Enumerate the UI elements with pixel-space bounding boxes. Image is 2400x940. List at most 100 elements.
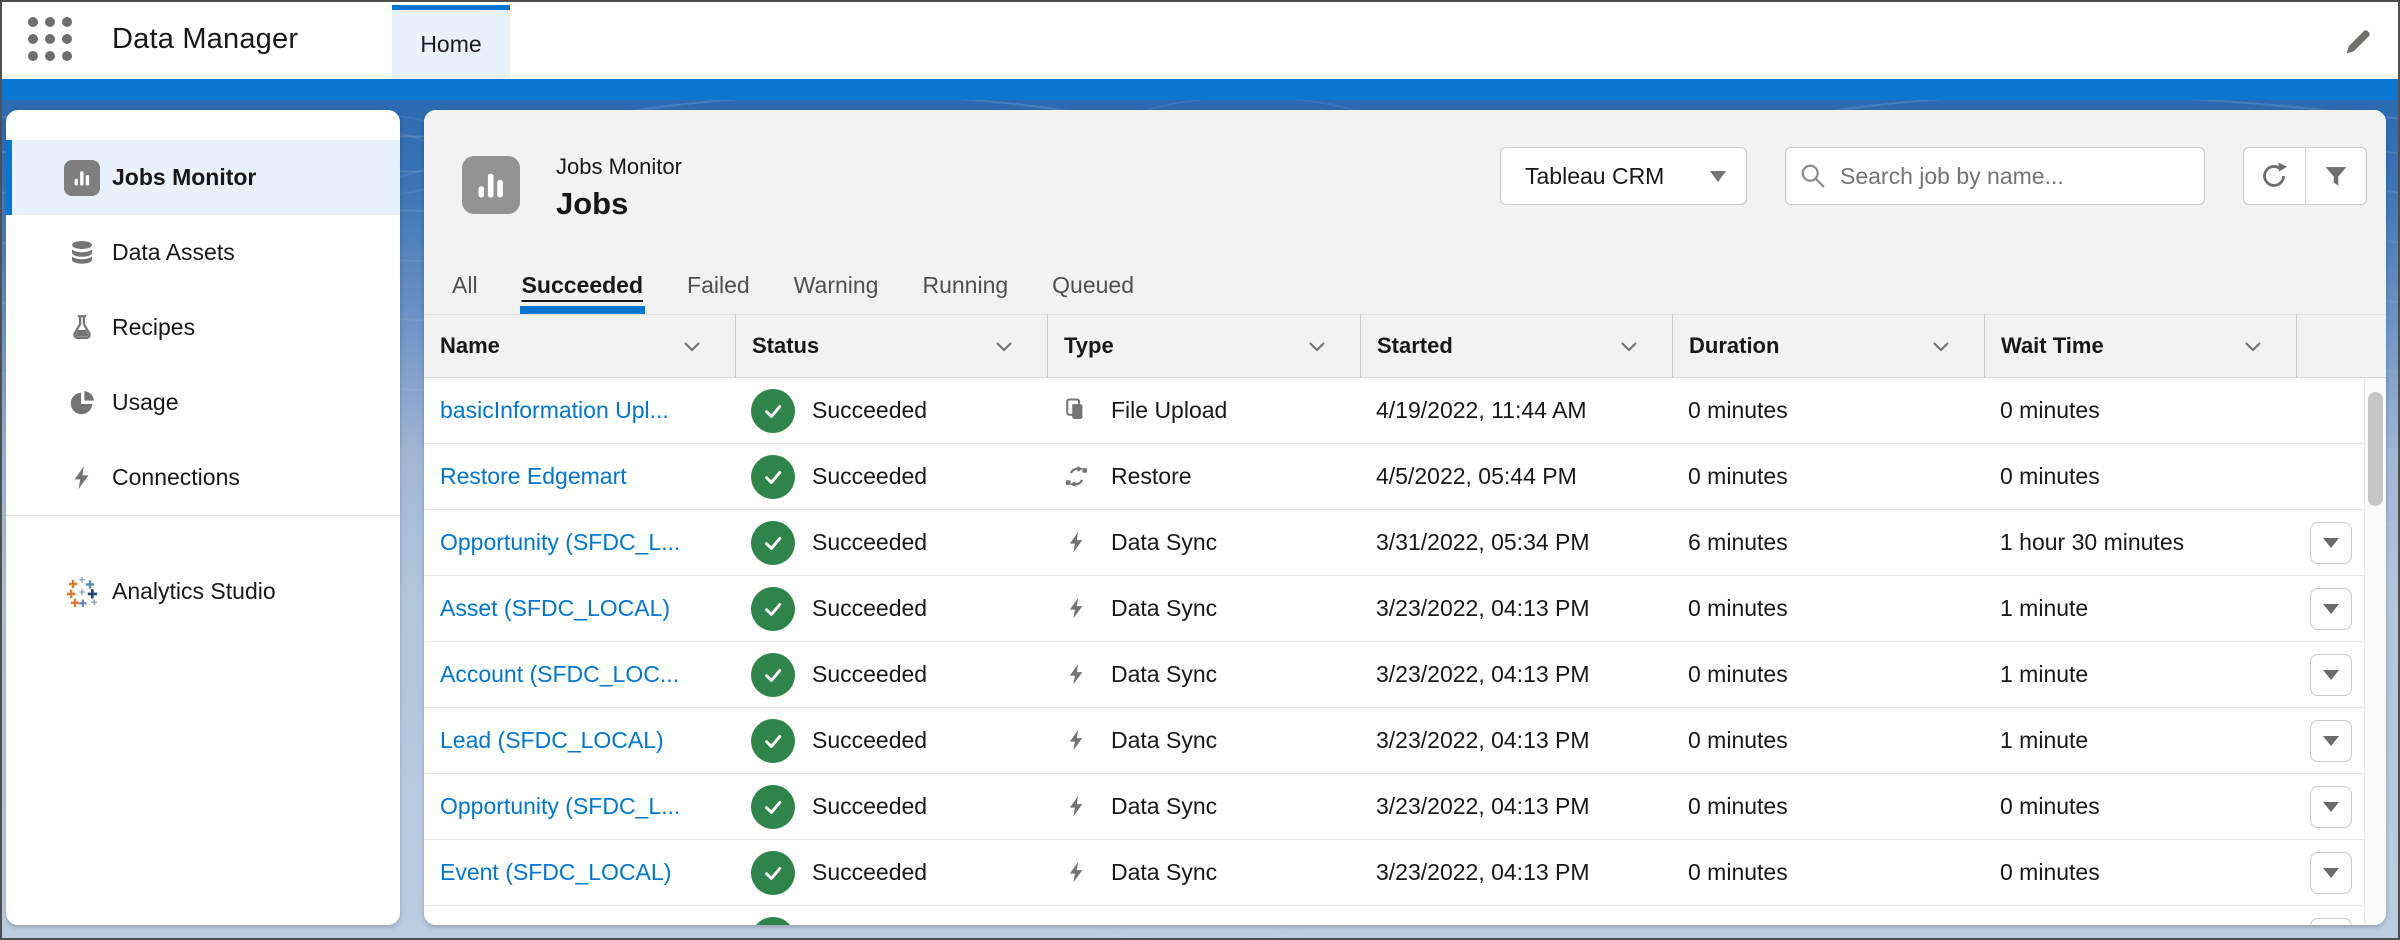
row-actions-dropdown-button[interactable] — [2310, 720, 2352, 762]
jobs-monitor-panel: Jobs Monitor Jobs Tableau CRM All — [424, 110, 2386, 925]
chevron-down-icon[interactable] — [1620, 341, 1638, 352]
tab-home[interactable]: Home — [392, 5, 510, 79]
status-cell: Succeeded — [735, 642, 1047, 707]
status-label: Succeeded — [812, 463, 927, 490]
search-input[interactable] — [1785, 147, 2205, 205]
chevron-down-icon[interactable] — [1308, 341, 1326, 352]
sidebar-item-recipes[interactable]: Recipes — [6, 290, 400, 365]
sidebar-item-usage[interactable]: Usage — [6, 365, 400, 440]
started-value: 3/23/2022, 04:13 PM — [1376, 661, 1590, 688]
success-check-icon — [751, 917, 795, 926]
scrollbar-thumb[interactable] — [2368, 392, 2383, 506]
type-cell: Data Sync — [1047, 642, 1360, 707]
chevron-down-icon[interactable] — [1932, 341, 1950, 352]
sidebar-item-jobs-monitor[interactable]: Jobs Monitor — [6, 140, 400, 215]
wait-time-value: 1 hour 30 minutes — [2000, 529, 2184, 556]
chevron-down-icon[interactable] — [995, 341, 1013, 352]
table-row: Opportunity (SFDC_L... Succeeded — [424, 774, 2386, 840]
filter-button[interactable] — [2306, 148, 2367, 204]
status-label: Succeeded — [812, 397, 927, 424]
chevron-down-icon — [1710, 171, 1726, 182]
status-cell: Succeeded — [735, 708, 1047, 773]
jobs-chart-icon — [462, 156, 520, 214]
type-label: Data Sync — [1111, 529, 1217, 556]
tab-queued[interactable]: Queued — [1052, 256, 1134, 314]
tab-running[interactable]: Running — [922, 256, 1008, 314]
status-label: Succeeded — [812, 529, 927, 556]
duration-value: 0 minutes — [1688, 595, 1788, 622]
data-sync-icon — [1063, 595, 1090, 622]
started-value: 3/23/2022, 04:13 PM — [1376, 859, 1590, 886]
database-icon — [64, 235, 100, 271]
tab-label: Succeeded — [522, 272, 643, 299]
tab-failed[interactable]: Failed — [687, 256, 750, 314]
job-name-link[interactable]: Opportunity (SFDC_L... — [440, 529, 680, 556]
started-value: 3/23/2022, 04:13 PM — [1376, 793, 1590, 820]
column-header-actions — [2296, 315, 2386, 377]
job-name-link[interactable]: Opportunity (SFDC_L... — [440, 793, 680, 820]
row-actions-dropdown-button[interactable] — [2310, 786, 2352, 828]
column-header-wait-time[interactable]: Wait Time — [1984, 315, 2296, 377]
tab-succeeded[interactable]: Succeeded — [522, 256, 643, 314]
job-name-link[interactable]: Event (SFDC_LOCAL) — [440, 859, 671, 886]
brand-blue-band — [0, 79, 2400, 100]
duration-value: 0 minutes — [1688, 727, 1788, 754]
panel-header: Jobs Monitor Jobs Tableau CRM All — [424, 110, 2386, 378]
app-launcher-icon[interactable] — [28, 17, 76, 63]
global-header: Data Manager Home — [0, 0, 2400, 79]
job-name-link[interactable]: Account (SFDC_LOC... — [440, 661, 679, 688]
sidebar-nav: Jobs Monitor — [6, 110, 400, 925]
sidebar-item-analytics-studio[interactable]: Analytics Studio — [6, 554, 400, 629]
job-name-link[interactable]: Restore Edgemart — [440, 463, 627, 490]
type-cell — [1047, 906, 1360, 925]
chevron-down-icon[interactable] — [683, 341, 701, 352]
data-sync-icon — [1063, 793, 1090, 820]
tab-warning[interactable]: Warning — [794, 256, 879, 314]
tab-label: All — [452, 272, 478, 299]
column-header-duration[interactable]: Duration — [1672, 315, 1984, 377]
status-label: Succeeded — [812, 595, 927, 622]
status-cell — [735, 906, 1047, 925]
job-name-link[interactable]: Asset (SFDC_LOCAL) — [440, 595, 670, 622]
status-label: Succeeded — [812, 727, 927, 754]
started-value: 4/5/2022, 05:44 PM — [1376, 463, 1577, 490]
row-actions-dropdown-button[interactable] — [2310, 588, 2352, 630]
job-name-link[interactable]: basicInformation Upl... — [440, 397, 669, 424]
table-header: Name Status Type Started Duration Wait T… — [424, 314, 2386, 378]
app-selector-dropdown[interactable]: Tableau CRM — [1500, 147, 1747, 205]
sidebar-item-label: Usage — [112, 389, 178, 416]
started-value: 3/31/2022, 05:34 PM — [1376, 529, 1590, 556]
success-check-icon — [751, 851, 795, 895]
tab-label: Running — [922, 272, 1008, 299]
duration-value: 0 minutes — [1688, 859, 1788, 886]
row-actions-dropdown-button[interactable] — [2310, 654, 2352, 696]
type-cell: Data Sync — [1047, 576, 1360, 641]
edit-pencil-icon[interactable] — [2340, 22, 2378, 60]
tab-label: Warning — [794, 272, 879, 299]
success-check-icon — [751, 785, 795, 829]
duration-value: 0 minutes — [1688, 463, 1788, 490]
chevron-down-icon[interactable] — [2244, 341, 2262, 352]
sidebar-item-data-assets[interactable]: Data Assets — [6, 215, 400, 290]
column-header-status[interactable]: Status — [735, 315, 1047, 377]
refresh-button[interactable] — [2244, 148, 2306, 204]
sidebar-item-connections[interactable]: Connections — [6, 440, 400, 515]
wait-time-value: 0 minutes — [2000, 463, 2100, 490]
row-actions-dropdown-button[interactable] — [2310, 918, 2352, 926]
column-header-started[interactable]: Started — [1360, 315, 1672, 377]
job-name-link[interactable]: Lead (SFDC_LOCAL) — [440, 727, 664, 754]
tab-all[interactable]: All — [452, 256, 478, 314]
scrollbar-track[interactable] — [2364, 378, 2386, 925]
type-label: Data Sync — [1111, 595, 1217, 622]
wait-time-value: 0 minutes — [2000, 859, 2100, 886]
page-title: Jobs — [556, 186, 628, 222]
column-header-type[interactable]: Type — [1047, 315, 1360, 377]
row-actions-dropdown-button[interactable] — [2310, 522, 2352, 564]
success-check-icon — [751, 455, 795, 499]
row-actions-dropdown-button[interactable] — [2310, 852, 2352, 894]
wait-time-value: 0 minutes — [2000, 793, 2100, 820]
app-title: Data Manager — [112, 0, 298, 79]
column-header-name[interactable]: Name — [424, 315, 735, 377]
type-cell: Data Sync — [1047, 774, 1360, 839]
pie-chart-icon — [64, 385, 100, 421]
